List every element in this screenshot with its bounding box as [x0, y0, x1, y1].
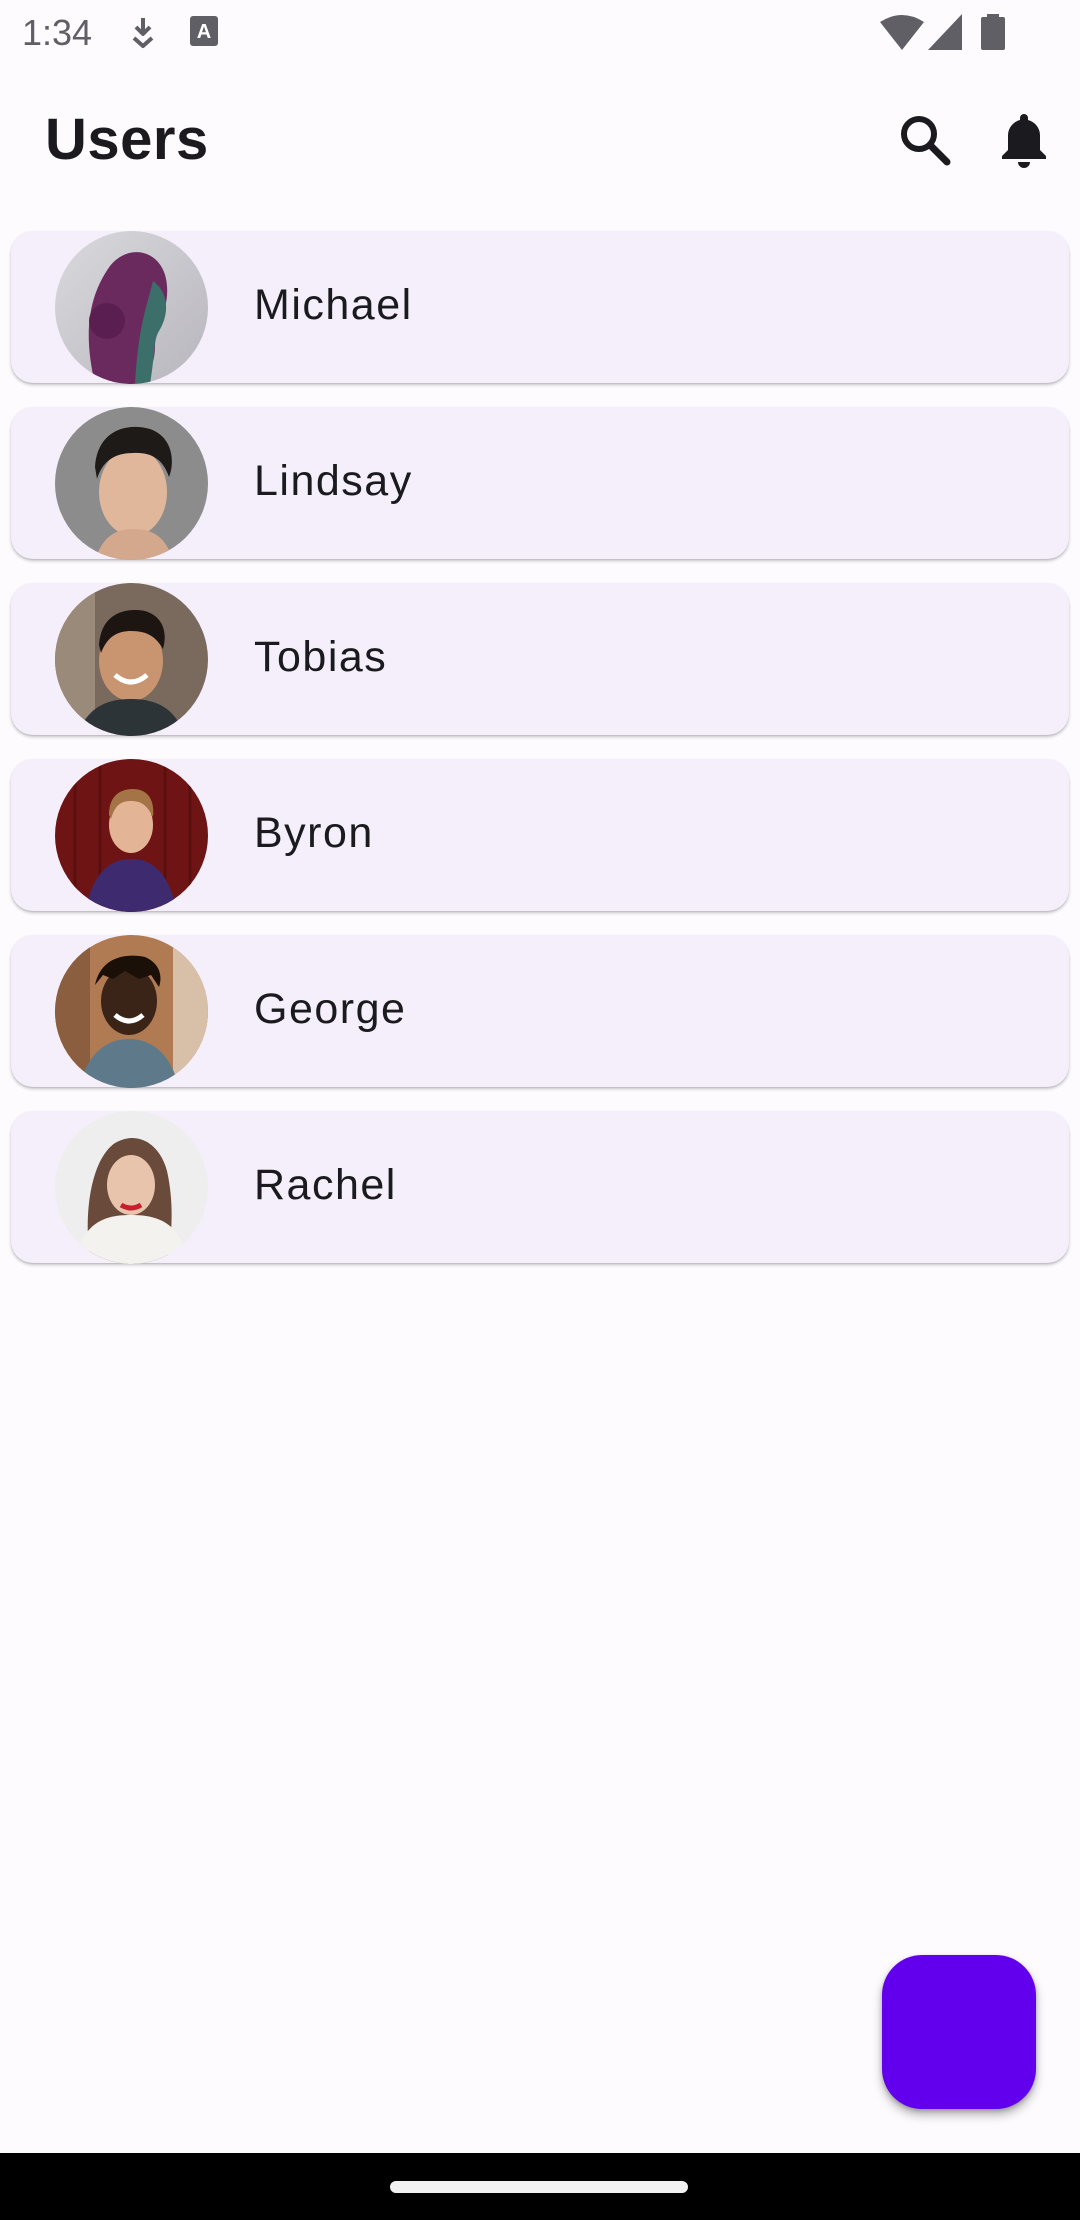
keyboard-a-icon: A [189, 14, 219, 53]
home-gesture-handle[interactable] [390, 2181, 688, 2193]
notifications-bell-icon [999, 112, 1049, 173]
status-time: 1:34 [22, 12, 93, 53]
avatar [55, 231, 208, 384]
user-name: Lindsay [254, 457, 413, 505]
search-icon [898, 113, 952, 172]
search-button[interactable] [889, 106, 961, 178]
user-list-item[interactable]: Byron [11, 759, 1069, 912]
avatar [55, 583, 208, 736]
avatar [55, 935, 208, 1088]
user-list-item[interactable]: Lindsay [11, 407, 1069, 560]
floating-action-button[interactable] [882, 1955, 1036, 2109]
user-list-item[interactable]: Rachel [11, 1111, 1069, 1264]
user-name: Byron [254, 809, 374, 857]
status-bar: 1:34 A [0, 0, 1080, 66]
svg-text:A: A [197, 21, 211, 43]
cellular-signal-icon [928, 14, 962, 55]
user-name: George [254, 985, 407, 1033]
download-icon [128, 14, 158, 55]
user-list-item[interactable]: Michael [11, 231, 1069, 384]
user-name: Rachel [254, 1161, 397, 1209]
battery-icon [980, 14, 1006, 55]
wifi-icon [880, 14, 924, 55]
user-list-item[interactable]: Tobias [11, 583, 1069, 736]
notifications-button[interactable] [988, 106, 1060, 178]
user-name: Michael [254, 281, 413, 329]
user-list: Michael Lindsay Tobias Byron George Rach… [11, 231, 1069, 1287]
users-screen: 1:34 A Users Michael Lindsay Tobias Byro… [0, 0, 1080, 2220]
user-name: Tobias [254, 633, 388, 681]
page-title: Users [45, 107, 209, 172]
avatar [55, 1111, 208, 1264]
avatar [55, 759, 208, 912]
app-bar: Users [0, 66, 1080, 216]
user-list-item[interactable]: George [11, 935, 1069, 1088]
avatar [55, 407, 208, 560]
navigation-bar [0, 2153, 1080, 2220]
